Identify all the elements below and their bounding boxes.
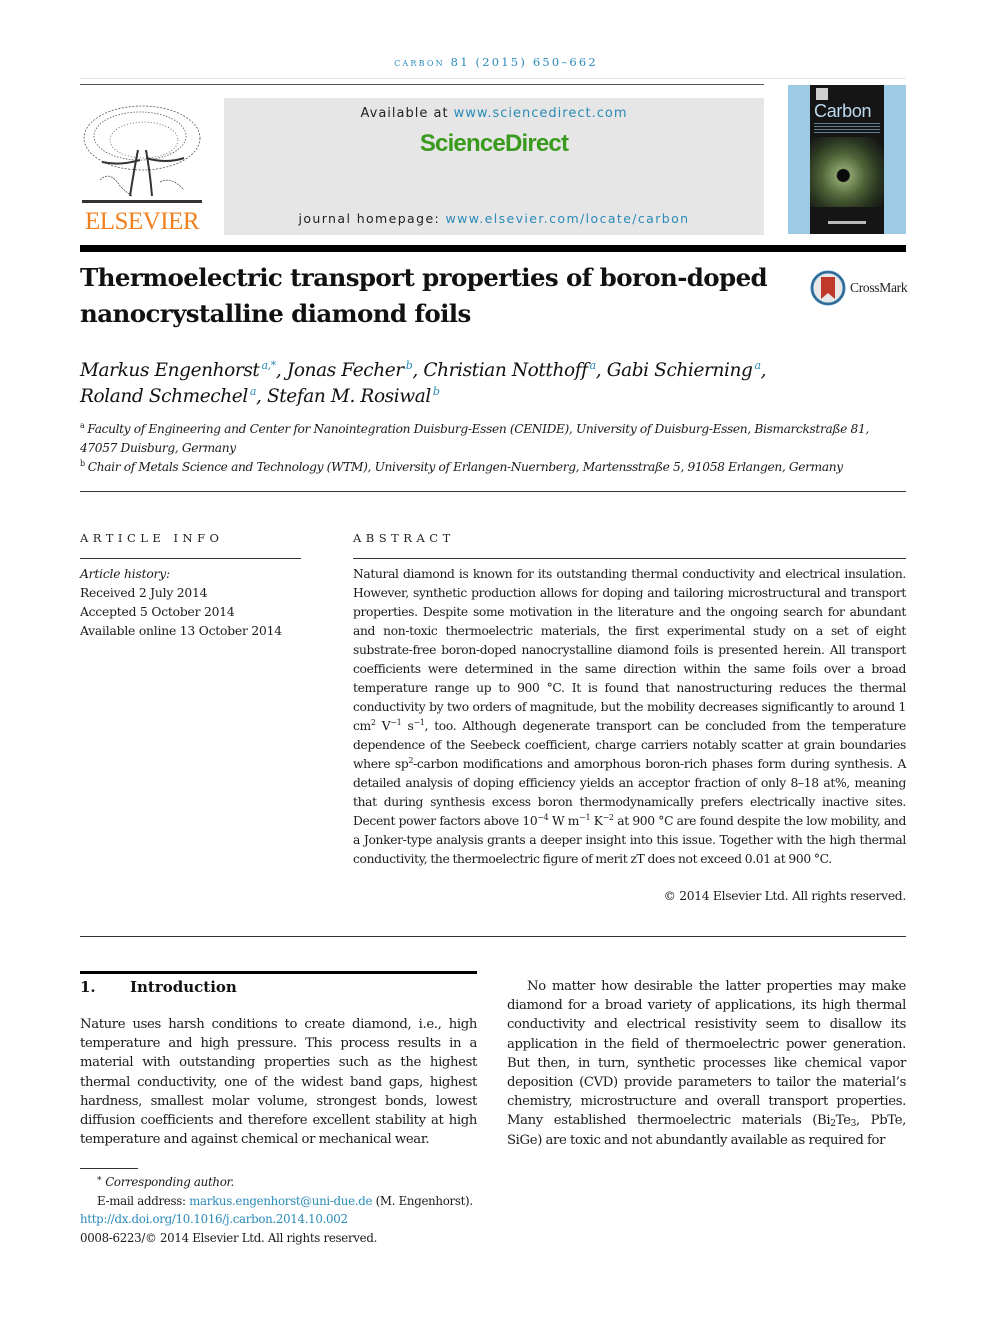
abstract-text: Natural diamond is known for its outstan… (353, 567, 906, 733)
sciencedirect-banner: Available at www.sciencedirect.com Scien… (224, 98, 764, 235)
footnote-marker: * (97, 1176, 102, 1186)
article-info-divider (80, 558, 301, 559)
abstract-text: W m (548, 814, 580, 828)
affiliation-key: a (80, 421, 85, 430)
cover-footer (828, 221, 866, 224)
email-owner: (M. Engenhorst). (372, 1193, 474, 1208)
online-date: Available online 13 October 2014 (80, 624, 282, 638)
article-title-line-2: nanocrystalline diamond foils (80, 299, 471, 328)
author-name[interactable]: Christian Notthoff (423, 360, 588, 381)
journal-homepage-label: journal homepage: (298, 211, 446, 226)
superscript: −1 (579, 813, 591, 822)
author-name[interactable]: Markus Engenhorst (80, 360, 260, 381)
introduction-paragraph-2: No matter how desirable the latter prope… (507, 977, 906, 1150)
email-line: E-mail address: markus.engenhorst@uni-du… (80, 1192, 580, 1211)
author-list: Markus Engenhorst a,*, Jonas Fecher b, Chr… (80, 359, 767, 407)
paragraph-text: Te (835, 1113, 851, 1129)
author-name[interactable]: Jonas Fecher (287, 360, 404, 381)
author-name[interactable]: Gabi Schierning (607, 360, 753, 381)
body-divider (80, 936, 906, 937)
article-info-heading: ARTICLE INFO (80, 531, 224, 545)
crossmark-icon (810, 270, 846, 306)
affiliation-text: Chair of Metals Science and Technology (… (87, 460, 843, 474)
front-matter-divider (80, 491, 906, 492)
article-history-heading: Article history: (80, 567, 170, 581)
section-title: Introduction (130, 978, 237, 996)
section-number: 1. (80, 978, 96, 996)
available-at-line: Available at www.sciencedirect.com (224, 106, 764, 121)
section-heading-introduction: 1. Introduction (80, 978, 237, 996)
footnotes: * Corresponding author. E-mail address: m… (80, 1172, 580, 1247)
crossmark-button[interactable]: CrossMark (810, 270, 910, 306)
abstract-copyright: © 2014 Elsevier Ltd. All rights reserved… (663, 889, 907, 903)
cover-title: Carbon (814, 101, 872, 121)
author-affiliation-marker[interactable]: a (754, 359, 761, 372)
elsevier-logo[interactable]: ELSEVIER (80, 100, 204, 236)
article-history: Article history: Received 2 July 2014 Ac… (80, 565, 310, 641)
journal-name: carbon (394, 55, 445, 69)
affiliation-text: Faculty of Engineering and Center for Na… (87, 422, 869, 436)
sciencedirect-link[interactable]: www.sciencedirect.com (454, 106, 628, 121)
cover-micrograph (810, 137, 884, 207)
elsevier-wordmark: ELSEVIER (84, 208, 200, 235)
issn-copyright: 0008-6223/© 2014 Elsevier Ltd. All right… (80, 1230, 378, 1245)
received-date: Received 2 July 2014 (80, 586, 208, 600)
cover-subtitle (814, 123, 880, 133)
header-divider (80, 84, 764, 85)
corresponding-author-note: * Corresponding author. (80, 1172, 580, 1192)
affiliations: a Faculty of Engineering and Center for N… (80, 420, 906, 477)
email-label: E-mail address: (97, 1193, 190, 1208)
journal-homepage-line: journal homepage: www.elsevier.com/locat… (224, 211, 764, 226)
superscript: −2 (602, 813, 614, 822)
article-title: Thermoelectric transport properties of b… (80, 260, 780, 332)
abstract-heading: ABSTRACT (353, 531, 455, 545)
journal-reference: carbon 81 (2015) 650–662 (0, 55, 992, 69)
superscript: −1 (413, 718, 425, 727)
author-affiliation-marker[interactable]: a (590, 359, 597, 372)
author-affiliation-marker[interactable]: b (406, 359, 413, 372)
author-affiliation-marker[interactable]: a,* (261, 359, 276, 372)
sciencedirect-logo[interactable]: ScienceDirect (224, 130, 764, 158)
superscript: −1 (390, 718, 402, 727)
affiliation-a: a Faculty of Engineering and Center for N… (80, 420, 906, 439)
title-divider (80, 245, 906, 252)
email-link[interactable]: markus.engenhorst@uni-due.de (189, 1194, 372, 1208)
abstract-text: V (375, 719, 391, 733)
abstract-divider (353, 558, 906, 559)
affiliation-text-continued: 47057 Duisburg, Germany (80, 441, 236, 455)
author-name[interactable]: Stefan M. Rosiwal (267, 386, 431, 407)
journal-cover-image[interactable]: Carbon (788, 85, 906, 234)
corresponding-author-label: Corresponding author. (105, 1175, 234, 1189)
abstract-text: s (401, 719, 414, 733)
journal-volume-pages: 81 (2015) 650–662 (450, 55, 598, 69)
journal-cover: Carbon (810, 85, 884, 234)
affiliation-key: b (80, 459, 85, 468)
doi-link[interactable]: http://dx.doi.org/10.1016/j.carbon.2014.… (80, 1210, 580, 1229)
footnote-divider (80, 1168, 138, 1169)
section-rule (80, 971, 477, 974)
author-affiliation-marker[interactable]: a (250, 385, 257, 398)
author-name[interactable]: Roland Schmechel (80, 386, 248, 407)
paragraph-text: No matter how desirable the latter prope… (507, 979, 906, 1129)
journal-homepage-link[interactable]: www.elsevier.com/locate/carbon (446, 211, 690, 226)
introduction-paragraph-1: Nature uses harsh conditions to create d… (80, 1017, 477, 1148)
abstract-text: K (590, 814, 603, 828)
article-title-line-1: Thermoelectric transport properties of b… (80, 263, 768, 292)
abstract-body: Natural diamond is known for its outstan… (353, 565, 906, 869)
available-at-label: Available at (360, 106, 454, 121)
author-affiliation-marker[interactable]: b (433, 385, 440, 398)
crossmark-label: CrossMark (850, 280, 908, 295)
affiliation-b: b Chair of Metals Science and Technology … (80, 458, 906, 477)
header-divider-light (80, 78, 906, 79)
accepted-date: Accepted 5 October 2014 (80, 605, 235, 619)
elsevier-tree-icon (82, 105, 202, 203)
superscript: −4 (537, 813, 549, 822)
cover-elsevier-icon (816, 88, 828, 100)
